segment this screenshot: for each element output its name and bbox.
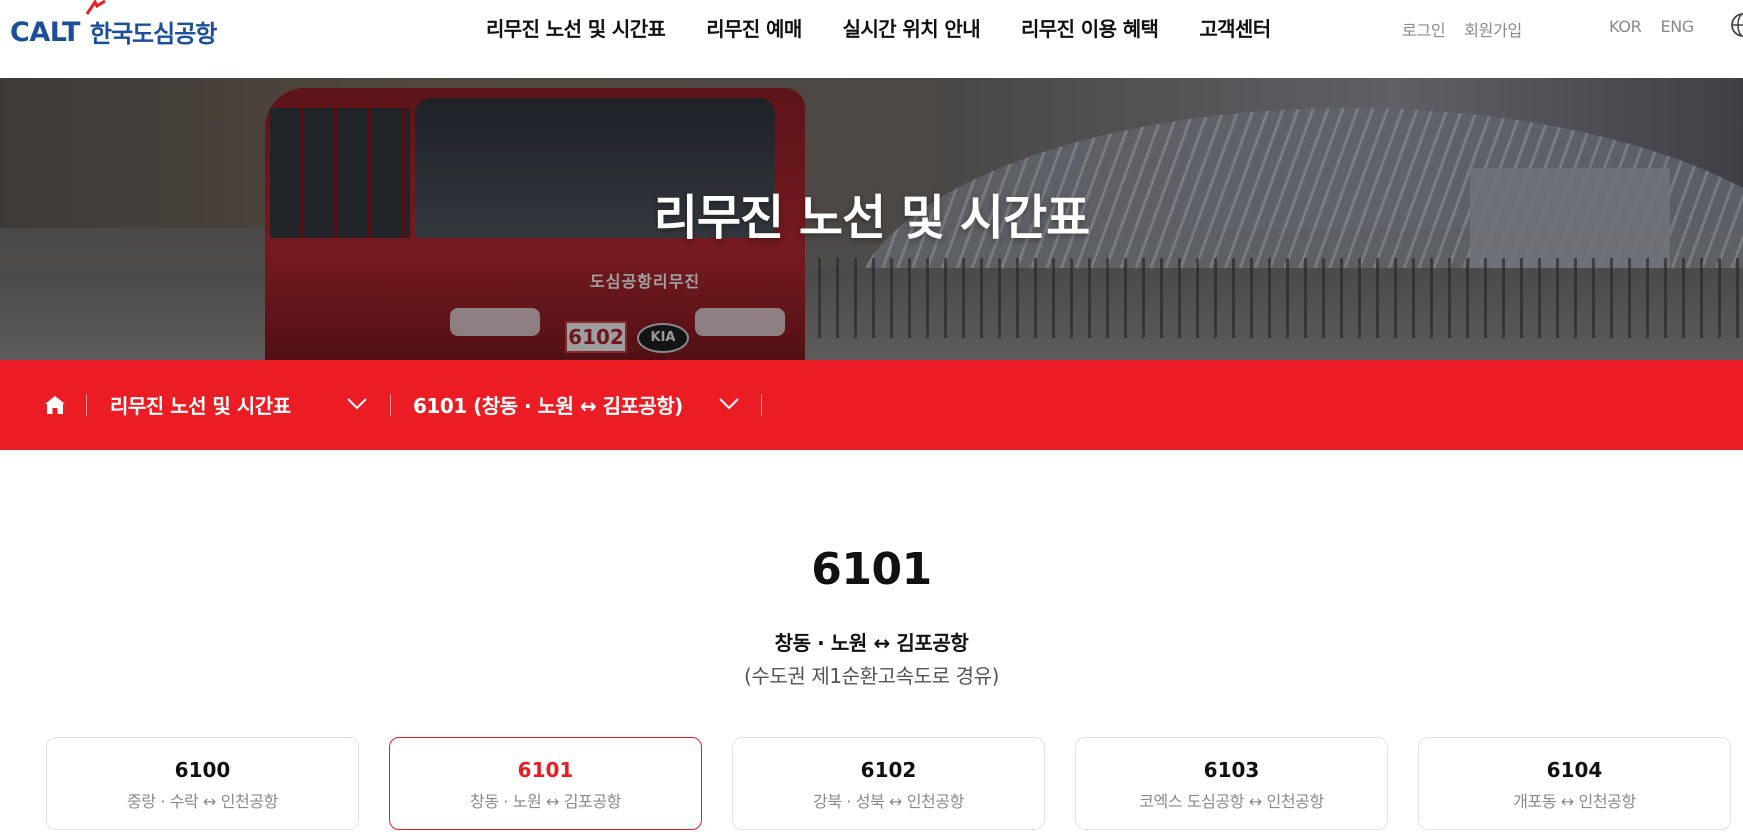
route-card-list: 6100 중랑 · 수락 ↔ 인천공항 6101 창동 · 노원 ↔ 김포공항 … xyxy=(46,737,1743,830)
route-card-6103[interactable]: 6103 코엑스 도심공항 ↔ 인천공항 xyxy=(1075,737,1388,830)
auth-links: 로그인 회원가입 xyxy=(1402,17,1522,41)
nav-routes-timetable[interactable]: 리무진 노선 및 시간표 xyxy=(486,13,666,42)
route-card-number: 6102 xyxy=(860,758,917,782)
route-name: 창동 · 노원 ↔ 김포공항 xyxy=(774,631,969,655)
main-nav: 리무진 노선 및 시간표 리무진 예매 실시간 위치 안내 리무진 이용 혜택 … xyxy=(486,13,1312,42)
route-card-6102[interactable]: 6102 강북 · 성북 ↔ 인천공항 xyxy=(732,737,1045,830)
route-card-desc: 중랑 · 수락 ↔ 인천공항 xyxy=(127,792,278,811)
route-card-desc: 코엑스 도심공항 ↔ 인천공항 xyxy=(1139,792,1324,811)
route-card-desc: 개포동 ↔ 인천공항 xyxy=(1513,792,1636,811)
route-card-number: 6100 xyxy=(174,758,231,782)
logo-latin: CALT xyxy=(10,17,80,48)
hero-banner: 도심공항리무진 6102 KIA 리무진 노선 및 시간표 xyxy=(0,78,1743,360)
route-card-6104[interactable]: 6104 개포동 ↔ 인천공항 xyxy=(1418,737,1731,830)
breadcrumb-divider xyxy=(86,394,87,416)
chevron-down-icon[interactable] xyxy=(718,397,740,411)
language-switch: KOR ENG xyxy=(1609,17,1694,36)
calt-logo[interactable]: CALT 한국도심공항 xyxy=(10,0,217,48)
chevron-down-icon[interactable] xyxy=(346,397,368,411)
breadcrumb-level1[interactable]: 리무진 노선 및 시간표 xyxy=(110,390,291,419)
nav-customer-center[interactable]: 고객센터 xyxy=(1199,13,1271,42)
signup-link[interactable]: 회원가입 xyxy=(1464,17,1522,41)
route-card-desc: 강북 · 성북 ↔ 인천공항 xyxy=(813,792,964,811)
nav-booking[interactable]: 리무진 예매 xyxy=(706,13,802,42)
route-number: 6101 xyxy=(811,544,932,595)
lang-kor-link[interactable]: KOR xyxy=(1609,17,1642,36)
route-card-number: 6101 xyxy=(517,758,574,782)
breadcrumb-level2[interactable]: 6101 (창동 · 노원 ↔ 김포공항) xyxy=(413,390,683,419)
login-link[interactable]: 로그인 xyxy=(1402,17,1446,41)
route-card-6100[interactable]: 6100 중랑 · 수락 ↔ 인천공항 xyxy=(46,737,359,830)
route-via: (수도권 제1순환고속도로 경유) xyxy=(743,664,1000,688)
logo-korean: 한국도심공항 xyxy=(89,20,217,48)
home-icon[interactable] xyxy=(44,394,66,416)
breadcrumb-divider xyxy=(390,394,391,416)
site-header: CALT 한국도심공항 리무진 노선 및 시간표 리무진 예매 실시간 위치 안… xyxy=(0,0,1743,78)
breadcrumb: 리무진 노선 및 시간표 6101 (창동 · 노원 ↔ 김포공항) xyxy=(0,360,1743,450)
route-card-number: 6103 xyxy=(1203,758,1260,782)
logo-swoosh-icon xyxy=(85,0,106,15)
lang-eng-link[interactable]: ENG xyxy=(1660,17,1694,36)
breadcrumb-divider xyxy=(761,394,762,416)
route-card-6101[interactable]: 6101 창동 · 노원 ↔ 김포공항 xyxy=(389,737,702,830)
page-title: 리무진 노선 및 시간표 xyxy=(653,190,1091,246)
globe-icon[interactable] xyxy=(1730,12,1743,38)
route-card-number: 6104 xyxy=(1546,758,1603,782)
nav-benefits[interactable]: 리무진 이용 혜택 xyxy=(1021,13,1159,42)
nav-realtime-location[interactable]: 실시간 위치 안내 xyxy=(843,13,981,42)
route-card-desc: 창동 · 노원 ↔ 김포공항 xyxy=(470,792,621,811)
